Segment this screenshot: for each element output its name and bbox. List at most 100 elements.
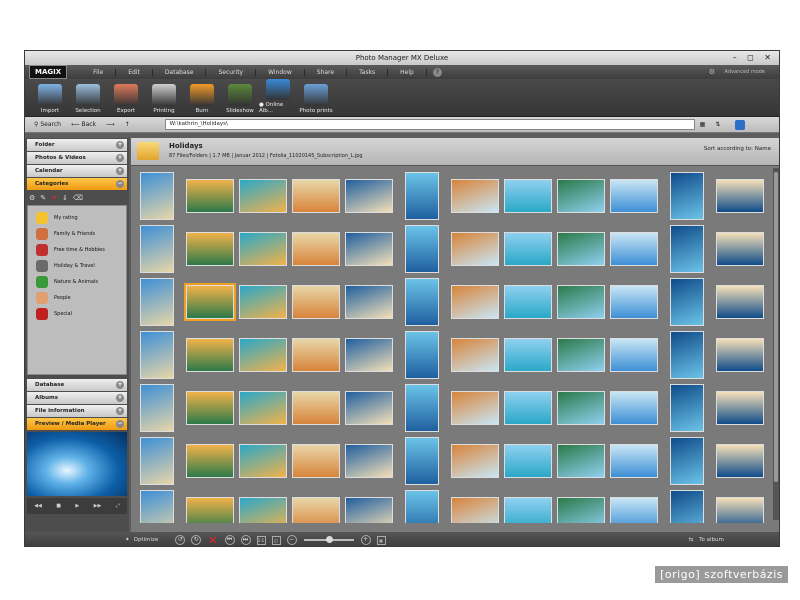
photo-thumbnail[interactable] <box>451 232 499 266</box>
toolbar-button-selection[interactable]: Selection <box>69 79 107 116</box>
expand-icon[interactable]: − <box>116 420 124 428</box>
photo-thumbnail[interactable] <box>405 437 439 485</box>
photo-thumbnail[interactable] <box>504 338 552 372</box>
play-icon[interactable]: ▶ <box>75 503 79 509</box>
fit-icon[interactable]: ◫ <box>271 535 281 545</box>
panel-header-database[interactable]: Database + <box>27 379 127 391</box>
gear-icon[interactable]: ⚙ <box>709 68 715 76</box>
photo-thumbnail[interactable] <box>186 444 234 478</box>
photo-thumbnail[interactable] <box>670 437 704 485</box>
delete-icon[interactable]: ✕ <box>51 194 57 202</box>
stop-icon[interactable]: ■ <box>56 503 61 509</box>
category-item[interactable]: My rating <box>36 210 126 226</box>
path-field[interactable]: W:\kathrin_\Holidays\ <box>164 119 695 130</box>
toolbar-button-slideshow[interactable]: Slideshow <box>221 79 259 116</box>
up-icon[interactable]: ↑ <box>125 121 130 128</box>
photo-thumbnail[interactable] <box>557 285 605 319</box>
photo-thumbnail[interactable] <box>504 391 552 425</box>
category-item[interactable]: Free time & Hobbies <box>36 242 126 258</box>
category-item[interactable]: Nature & Animals <box>36 274 126 290</box>
photo-thumbnail[interactable] <box>557 179 605 213</box>
photo-thumbnail[interactable] <box>140 437 174 485</box>
menu-database[interactable]: Database <box>153 68 207 76</box>
expand-icon[interactable]: + <box>116 141 124 149</box>
menu-security[interactable]: Security <box>206 68 257 76</box>
photo-thumbnail[interactable] <box>670 331 704 379</box>
toolbar-button-export[interactable]: Export <box>107 79 145 116</box>
photo-thumbnail[interactable] <box>557 497 605 523</box>
photo-thumbnail[interactable] <box>345 232 393 266</box>
photo-thumbnail[interactable] <box>292 232 340 266</box>
settings-icon[interactable]: ⚙ <box>29 194 35 202</box>
photo-thumbnail[interactable] <box>716 444 764 478</box>
panel-header-preview-media-player[interactable]: Preview / Media Player − <box>27 418 127 430</box>
last-icon[interactable]: ⏭ <box>240 535 251 545</box>
photo-thumbnail[interactable] <box>670 278 704 326</box>
sort-label[interactable]: Sort according to: Name <box>704 146 771 152</box>
compare-icon[interactable]: 1:1 <box>256 535 266 545</box>
to-album-button[interactable]: To album <box>699 537 724 543</box>
photo-thumbnail[interactable] <box>405 384 439 432</box>
photo-thumbnail[interactable] <box>670 384 704 432</box>
zoom-slider[interactable] <box>303 536 354 543</box>
photo-thumbnail[interactable] <box>405 278 439 326</box>
window-controls[interactable]: – ◻ ✕ <box>733 51 775 65</box>
panel-header-albums[interactable]: Albums + <box>27 392 127 404</box>
photo-thumbnail[interactable] <box>670 172 704 220</box>
photo-thumbnail[interactable] <box>557 391 605 425</box>
expand-icon[interactable]: + <box>116 407 124 415</box>
photo-thumbnail[interactable] <box>405 331 439 379</box>
category-item[interactable]: People <box>36 290 126 306</box>
photo-thumbnail[interactable] <box>186 497 234 523</box>
photo-thumbnail[interactable] <box>610 338 658 372</box>
panel-header-folder[interactable]: Folder + <box>27 139 127 151</box>
photo-thumbnail[interactable] <box>292 179 340 213</box>
cube-icon[interactable] <box>735 119 746 130</box>
menu-window[interactable]: Window <box>256 68 305 76</box>
forward-icon[interactable]: ⟶ <box>106 121 115 128</box>
photo-thumbnail[interactable] <box>292 338 340 372</box>
photo-thumbnail[interactable] <box>140 331 174 379</box>
toolbar-button-online-alb[interactable]: ● Online Alb... <box>259 79 297 116</box>
photo-thumbnail[interactable] <box>239 285 287 319</box>
photo-thumbnail[interactable] <box>239 497 287 523</box>
menu-edit[interactable]: Edit <box>116 68 153 76</box>
photo-thumbnail[interactable] <box>610 391 658 425</box>
panel-header-calendar[interactable]: Calendar + <box>27 165 127 177</box>
photo-thumbnail[interactable] <box>405 225 439 273</box>
photo-thumbnail[interactable] <box>186 338 234 372</box>
download-icon[interactable]: ⇓ <box>62 194 68 202</box>
panel-header-categories[interactable]: Categories − <box>27 178 127 190</box>
panel-header-photos-videos[interactable]: Photos & Videos + <box>27 152 127 164</box>
back-button[interactable]: ⟵ Back <box>71 121 96 128</box>
zoom-knob[interactable] <box>325 536 333 543</box>
toolbar-button-photo-prints[interactable]: Photo prints <box>297 79 335 116</box>
photo-thumbnail[interactable] <box>292 285 340 319</box>
photo-thumbnail[interactable] <box>345 497 393 523</box>
next-icon[interactable]: ▶▶ <box>94 503 102 509</box>
delete-icon[interactable]: ✕ <box>208 534 217 547</box>
expand-icon[interactable]: + <box>116 381 124 389</box>
photo-thumbnail[interactable] <box>345 391 393 425</box>
scroll-thumb[interactable] <box>774 172 778 482</box>
photo-thumbnail[interactable] <box>716 285 764 319</box>
view-mode-icon[interactable]: ▦ <box>700 121 706 128</box>
photo-thumbnail[interactable] <box>716 391 764 425</box>
menu-tasks[interactable]: Tasks <box>347 68 389 76</box>
photo-thumbnail[interactable] <box>716 232 764 266</box>
photo-thumbnail[interactable] <box>292 391 340 425</box>
photo-thumbnail[interactable] <box>504 444 552 478</box>
toolbar-button-burn[interactable]: Burn <box>183 79 221 116</box>
photo-thumbnail[interactable] <box>345 338 393 372</box>
photo-thumbnail[interactable] <box>405 490 439 523</box>
photo-thumbnail[interactable] <box>345 285 393 319</box>
photo-thumbnail[interactable] <box>557 338 605 372</box>
photo-thumbnail[interactable] <box>186 232 234 266</box>
menu-help[interactable]: Help <box>388 68 427 76</box>
photo-thumbnail[interactable] <box>140 384 174 432</box>
photo-thumbnail[interactable] <box>184 283 236 321</box>
photo-thumbnail[interactable] <box>239 232 287 266</box>
photo-thumbnail[interactable] <box>140 490 174 523</box>
photo-thumbnail[interactable] <box>504 232 552 266</box>
vertical-scrollbar[interactable] <box>773 168 779 520</box>
